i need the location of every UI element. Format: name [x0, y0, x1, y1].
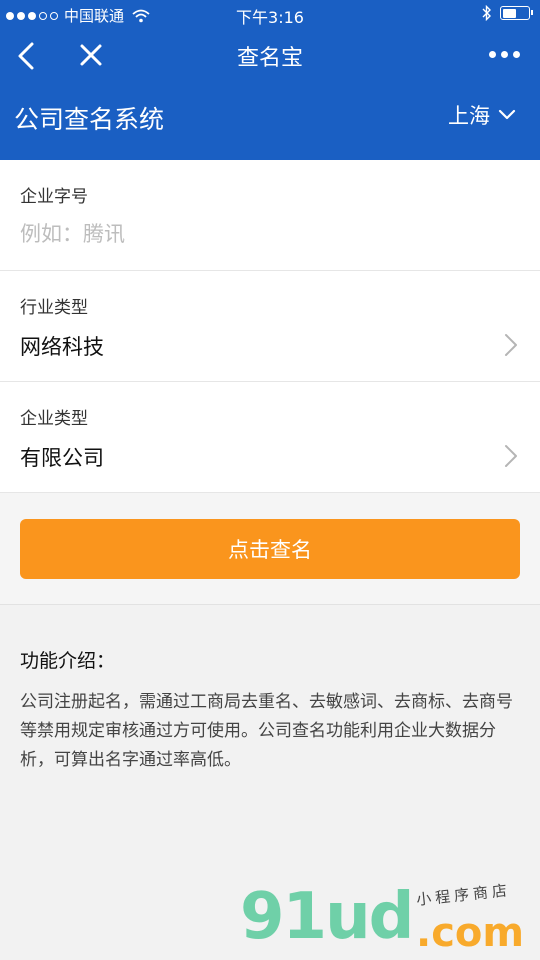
battery-fill: [502, 8, 516, 18]
brand-row: 企业字号: [0, 160, 540, 271]
company-type-row[interactable]: 企业类型 有限公司: [0, 382, 540, 493]
company-type-value: 有限公司: [20, 446, 104, 470]
nav-bar: 查名宝: [0, 28, 540, 84]
watermark-brand: 91ud: [240, 880, 414, 954]
watermark-tagline: 小程序商店: [415, 881, 512, 909]
industry-value: 网络科技: [20, 335, 104, 359]
chevron-down-icon: [498, 109, 516, 120]
battery-icon: [500, 6, 533, 20]
intro-text: 公司注册起名，需通过工商局去重名、去敏感词、去商标、去商号等禁用规定审核通过方可…: [20, 692, 513, 770]
more-dots-icon[interactable]: [489, 51, 520, 58]
chevron-right-icon: [505, 334, 517, 356]
status-bar: 中国联通 下午3:16: [0, 0, 540, 28]
search-name-button[interactable]: 点击查名: [20, 519, 520, 579]
status-right: [482, 5, 533, 21]
bluetooth-icon: [482, 5, 491, 21]
city-label: 上海: [448, 104, 490, 128]
sub-header: 公司查名系统 上海: [0, 88, 540, 148]
button-area: 点击查名: [0, 493, 540, 605]
page-title: 公司查名系统: [14, 105, 165, 134]
city-select[interactable]: 上海: [448, 100, 516, 130]
brand-label: 企业字号: [20, 187, 88, 207]
intro-title: 功能介绍：: [20, 650, 116, 672]
brand-input[interactable]: [20, 216, 500, 252]
chevron-right-icon: [505, 445, 517, 467]
nav-title: 查名宝: [236, 46, 303, 71]
watermark-logo: 91ud 小程序商店 .com: [240, 880, 540, 960]
status-time: 下午3:16: [236, 8, 304, 27]
industry-row[interactable]: 行业类型 网络科技: [0, 271, 540, 382]
company-type-label: 企业类型: [20, 409, 88, 429]
watermark-domain: .com: [416, 910, 525, 956]
industry-label: 行业类型: [20, 298, 88, 318]
name-search-form: 企业字号 行业类型 网络科技 企业类型 有限公司: [0, 160, 540, 493]
